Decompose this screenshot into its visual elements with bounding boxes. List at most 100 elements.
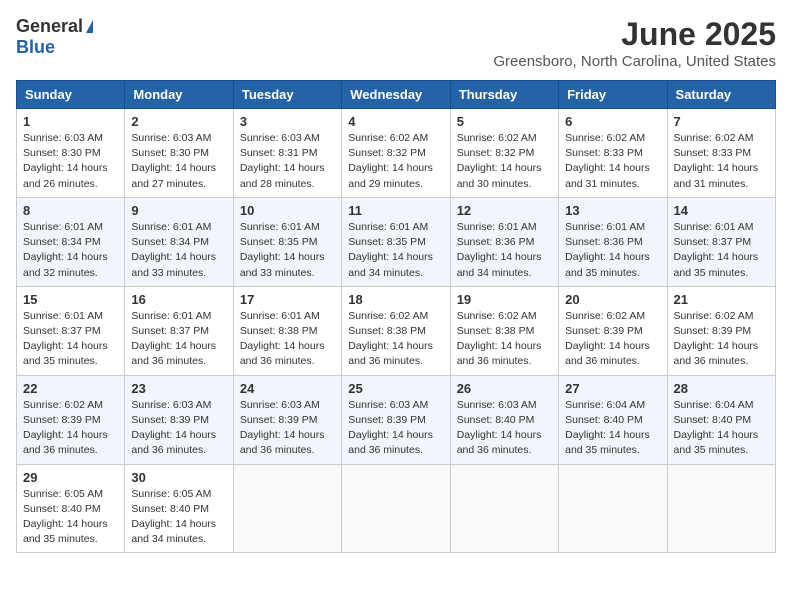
day-info: Sunrise: 6:01 AMSunset: 8:35 PMDaylight:… bbox=[240, 220, 335, 281]
day-number: 14 bbox=[674, 203, 769, 218]
calendar-week-3: 15 Sunrise: 6:01 AMSunset: 8:37 PMDayligh… bbox=[17, 286, 776, 375]
calendar-cell: 1 Sunrise: 6:03 AMSunset: 8:30 PMDaylight… bbox=[17, 109, 125, 198]
day-number: 10 bbox=[240, 203, 335, 218]
day-info: Sunrise: 6:03 AMSunset: 8:31 PMDaylight:… bbox=[240, 131, 335, 192]
day-info: Sunrise: 6:01 AMSunset: 8:34 PMDaylight:… bbox=[131, 220, 226, 281]
page-header: General Blue June 2025 Greensboro, North… bbox=[16, 16, 776, 70]
calendar-table: SundayMondayTuesdayWednesdayThursdayFrid… bbox=[16, 80, 776, 553]
calendar-cell: 15 Sunrise: 6:01 AMSunset: 8:37 PMDayligh… bbox=[17, 286, 125, 375]
day-info: Sunrise: 6:03 AMSunset: 8:40 PMDaylight:… bbox=[457, 398, 552, 459]
calendar-cell: 8 Sunrise: 6:01 AMSunset: 8:34 PMDaylight… bbox=[17, 197, 125, 286]
day-info: Sunrise: 6:03 AMSunset: 8:39 PMDaylight:… bbox=[348, 398, 443, 459]
day-number: 22 bbox=[23, 381, 118, 396]
day-info: Sunrise: 6:03 AMSunset: 8:39 PMDaylight:… bbox=[240, 398, 335, 459]
calendar-week-2: 8 Sunrise: 6:01 AMSunset: 8:34 PMDaylight… bbox=[17, 197, 776, 286]
calendar-cell bbox=[233, 464, 341, 553]
day-number: 4 bbox=[348, 114, 443, 129]
calendar-cell: 20 Sunrise: 6:02 AMSunset: 8:39 PMDayligh… bbox=[559, 286, 667, 375]
calendar-cell: 18 Sunrise: 6:02 AMSunset: 8:38 PMDayligh… bbox=[342, 286, 450, 375]
day-info: Sunrise: 6:01 AMSunset: 8:38 PMDaylight:… bbox=[240, 309, 335, 370]
day-info: Sunrise: 6:03 AMSunset: 8:30 PMDaylight:… bbox=[131, 131, 226, 192]
calendar-header-row: SundayMondayTuesdayWednesdayThursdayFrid… bbox=[17, 81, 776, 109]
day-header-wednesday: Wednesday bbox=[342, 81, 450, 109]
day-info: Sunrise: 6:02 AMSunset: 8:32 PMDaylight:… bbox=[457, 131, 552, 192]
day-header-monday: Monday bbox=[125, 81, 233, 109]
calendar-cell: 22 Sunrise: 6:02 AMSunset: 8:39 PMDayligh… bbox=[17, 375, 125, 464]
day-info: Sunrise: 6:02 AMSunset: 8:33 PMDaylight:… bbox=[674, 131, 769, 192]
calendar-cell: 9 Sunrise: 6:01 AMSunset: 8:34 PMDaylight… bbox=[125, 197, 233, 286]
calendar-cell: 17 Sunrise: 6:01 AMSunset: 8:38 PMDayligh… bbox=[233, 286, 341, 375]
day-info: Sunrise: 6:01 AMSunset: 8:34 PMDaylight:… bbox=[23, 220, 118, 281]
logo-triangle-icon bbox=[86, 20, 93, 33]
day-info: Sunrise: 6:02 AMSunset: 8:39 PMDaylight:… bbox=[674, 309, 769, 370]
calendar-week-1: 1 Sunrise: 6:03 AMSunset: 8:30 PMDaylight… bbox=[17, 109, 776, 198]
day-number: 18 bbox=[348, 292, 443, 307]
day-number: 23 bbox=[131, 381, 226, 396]
day-info: Sunrise: 6:05 AMSunset: 8:40 PMDaylight:… bbox=[23, 487, 118, 548]
day-info: Sunrise: 6:04 AMSunset: 8:40 PMDaylight:… bbox=[674, 398, 769, 459]
calendar-cell: 4Sunrise: 6:02 AMSunset: 8:32 PMDaylight… bbox=[342, 109, 450, 198]
day-number: 6 bbox=[565, 114, 660, 129]
calendar-cell: 25Sunrise: 6:03 AMSunset: 8:39 PMDayligh… bbox=[342, 375, 450, 464]
day-number: 19 bbox=[457, 292, 552, 307]
day-number: 11 bbox=[348, 203, 443, 218]
day-info: Sunrise: 6:05 AMSunset: 8:40 PMDaylight:… bbox=[131, 487, 226, 548]
day-info: Sunrise: 6:03 AMSunset: 8:30 PMDaylight:… bbox=[23, 131, 118, 192]
day-number: 20 bbox=[565, 292, 660, 307]
calendar-cell: 23 Sunrise: 6:03 AMSunset: 8:39 PMDayligh… bbox=[125, 375, 233, 464]
day-header-sunday: Sunday bbox=[17, 81, 125, 109]
day-info: Sunrise: 6:03 AMSunset: 8:39 PMDaylight:… bbox=[131, 398, 226, 459]
day-number: 5 bbox=[457, 114, 552, 129]
calendar-cell: 7Sunrise: 6:02 AMSunset: 8:33 PMDaylight… bbox=[667, 109, 775, 198]
day-info: Sunrise: 6:01 AMSunset: 8:36 PMDaylight:… bbox=[457, 220, 552, 281]
day-number: 21 bbox=[674, 292, 769, 307]
month-title: June 2025 bbox=[493, 16, 776, 53]
calendar-cell: 6 Sunrise: 6:02 AMSunset: 8:33 PMDaylight… bbox=[559, 109, 667, 198]
calendar-cell: 19 Sunrise: 6:02 AMSunset: 8:38 PMDayligh… bbox=[450, 286, 558, 375]
day-info: Sunrise: 6:02 AMSunset: 8:33 PMDaylight:… bbox=[565, 131, 660, 192]
location: Greensboro, North Carolina, United State… bbox=[493, 53, 776, 70]
calendar-cell: 3 Sunrise: 6:03 AMSunset: 8:31 PMDaylight… bbox=[233, 109, 341, 198]
day-number: 9 bbox=[131, 203, 226, 218]
calendar-cell: 12 Sunrise: 6:01 AMSunset: 8:36 PMDayligh… bbox=[450, 197, 558, 286]
day-info: Sunrise: 6:02 AMSunset: 8:38 PMDaylight:… bbox=[348, 309, 443, 370]
calendar-cell: 13 Sunrise: 6:01 AMSunset: 8:36 PMDayligh… bbox=[559, 197, 667, 286]
day-number: 30 bbox=[131, 470, 226, 485]
day-number: 13 bbox=[565, 203, 660, 218]
day-number: 16 bbox=[131, 292, 226, 307]
day-number: 3 bbox=[240, 114, 335, 129]
calendar-cell bbox=[450, 464, 558, 553]
day-number: 29 bbox=[23, 470, 118, 485]
day-header-friday: Friday bbox=[559, 81, 667, 109]
logo-blue: Blue bbox=[16, 37, 55, 58]
day-info: Sunrise: 6:01 AMSunset: 8:37 PMDaylight:… bbox=[23, 309, 118, 370]
day-number: 26 bbox=[457, 381, 552, 396]
day-info: Sunrise: 6:01 AMSunset: 8:36 PMDaylight:… bbox=[565, 220, 660, 281]
day-info: Sunrise: 6:02 AMSunset: 8:39 PMDaylight:… bbox=[23, 398, 118, 459]
day-info: Sunrise: 6:01 AMSunset: 8:37 PMDaylight:… bbox=[674, 220, 769, 281]
logo-general: General bbox=[16, 16, 93, 37]
day-number: 15 bbox=[23, 292, 118, 307]
day-header-thursday: Thursday bbox=[450, 81, 558, 109]
calendar-cell bbox=[559, 464, 667, 553]
calendar-cell: 11Sunrise: 6:01 AMSunset: 8:35 PMDayligh… bbox=[342, 197, 450, 286]
day-number: 28 bbox=[674, 381, 769, 396]
calendar-cell bbox=[667, 464, 775, 553]
day-info: Sunrise: 6:04 AMSunset: 8:40 PMDaylight:… bbox=[565, 398, 660, 459]
day-number: 24 bbox=[240, 381, 335, 396]
day-number: 8 bbox=[23, 203, 118, 218]
day-header-saturday: Saturday bbox=[667, 81, 775, 109]
calendar-week-4: 22 Sunrise: 6:02 AMSunset: 8:39 PMDayligh… bbox=[17, 375, 776, 464]
calendar-cell: 2Sunrise: 6:03 AMSunset: 8:30 PMDaylight… bbox=[125, 109, 233, 198]
day-info: Sunrise: 6:02 AMSunset: 8:38 PMDaylight:… bbox=[457, 309, 552, 370]
day-number: 17 bbox=[240, 292, 335, 307]
calendar-cell: 14 Sunrise: 6:01 AMSunset: 8:37 PMDayligh… bbox=[667, 197, 775, 286]
day-number: 1 bbox=[23, 114, 118, 129]
calendar-cell: 27Sunrise: 6:04 AMSunset: 8:40 PMDayligh… bbox=[559, 375, 667, 464]
calendar-cell: 16 Sunrise: 6:01 AMSunset: 8:37 PMDayligh… bbox=[125, 286, 233, 375]
calendar-cell: 28 Sunrise: 6:04 AMSunset: 8:40 PMDayligh… bbox=[667, 375, 775, 464]
day-info: Sunrise: 6:01 AMSunset: 8:37 PMDaylight:… bbox=[131, 309, 226, 370]
day-info: Sunrise: 6:02 AMSunset: 8:39 PMDaylight:… bbox=[565, 309, 660, 370]
calendar-cell: 5 Sunrise: 6:02 AMSunset: 8:32 PMDaylight… bbox=[450, 109, 558, 198]
day-number: 12 bbox=[457, 203, 552, 218]
